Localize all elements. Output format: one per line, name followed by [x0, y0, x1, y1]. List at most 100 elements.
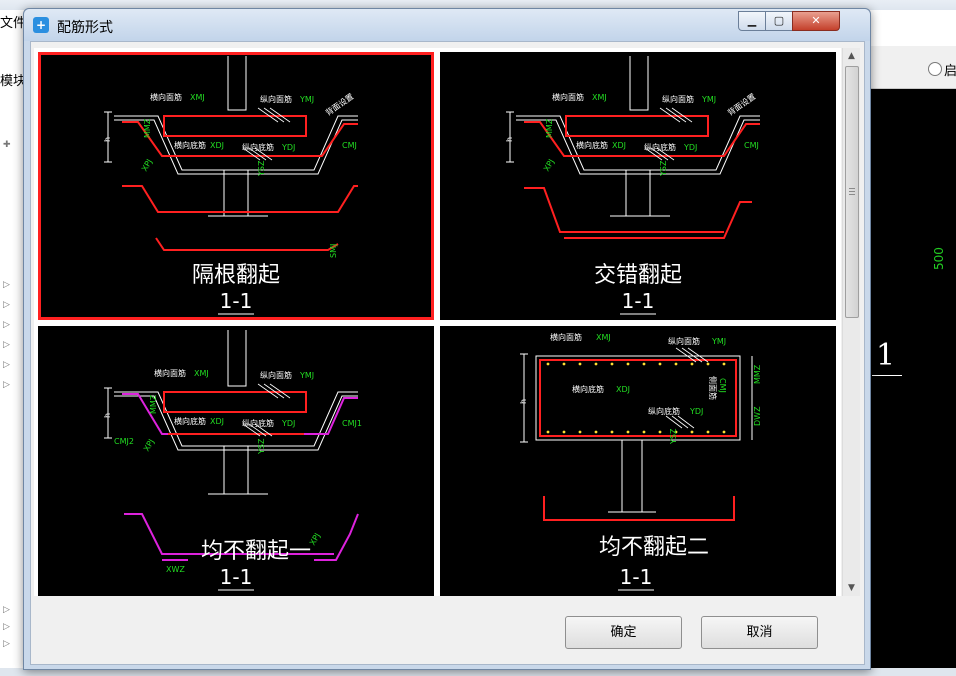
- code-side: CMJ: [744, 141, 759, 150]
- label-longitudinal-top: 纵向面筋: [260, 370, 292, 380]
- label-height: h: [519, 399, 528, 404]
- label-transverse-bottom: 横向底筋: [174, 416, 206, 426]
- background-drawing-canvas[interactable]: [868, 89, 956, 676]
- code-longitudinal-bottom: YDJ: [689, 407, 703, 416]
- label-transverse-bottom: 横向底筋: [572, 384, 604, 394]
- section-diagram-0: 横向面筋 XMJ 纵向面筋 YMJ 横向底筋 XDJ 纵向底筋 YDJ CMJ …: [103, 56, 358, 315]
- code-transverse-bottom: XDJ: [612, 141, 626, 150]
- panel-caption: 交错翻起: [594, 263, 682, 288]
- code-transverse-bottom: XDJ: [210, 417, 224, 426]
- rebar-form-dialog: + 配筋形式 ▁ ▢ ✕ 横向面筋 XMJ 纵向面筋 YMJ 横向底筋 XDJ …: [23, 8, 871, 670]
- section-diagram-3: 横向面筋 XMJ 纵向面筋 YMJ 横向底筋 XDJ 纵向底筋 YDJ 侧面筋 …: [519, 332, 762, 591]
- label-side-bar: 侧面筋: [708, 376, 718, 400]
- code-side-1: CMJ1: [342, 419, 362, 428]
- label-transverse-top: 横向面筋: [550, 332, 582, 342]
- close-button[interactable]: ✕: [792, 11, 840, 31]
- label-longitudinal-bottom: 纵向底筋: [242, 142, 274, 152]
- code-ysz: YSZ: [669, 428, 678, 445]
- code-smj: SMJ: [329, 244, 338, 258]
- tree-node-icon[interactable]: ▷: [3, 360, 25, 372]
- code-longitudinal-top: YMJ: [299, 371, 314, 380]
- canvas-underline: [872, 375, 902, 376]
- label-longitudinal-top: 纵向面筋: [260, 94, 292, 104]
- option-panel-3[interactable]: 横向面筋 XMJ 纵向面筋 YMJ 横向底筋 XDJ 纵向底筋 YDJ 侧面筋 …: [440, 326, 836, 596]
- code-mmz: MMZ: [143, 118, 152, 138]
- code-xpj: XPJ: [140, 158, 154, 173]
- code-ysz: YSZ: [257, 160, 266, 177]
- code-transverse-top: XMJ: [190, 93, 205, 102]
- code-transverse-bottom: XDJ: [210, 141, 224, 150]
- dialog-titlebar[interactable]: + 配筋形式 ▁ ▢ ✕: [24, 9, 870, 41]
- label-transverse-top: 横向面筋: [150, 92, 182, 102]
- panel-caption: 均不翻起一: [201, 539, 311, 564]
- options-scrollbar[interactable]: ▲ ▼: [842, 48, 860, 596]
- label-back-setting: 背面设置: [725, 91, 757, 118]
- background-radio[interactable]: [928, 62, 942, 76]
- background-toolbar: [868, 46, 956, 89]
- canvas-dimension-text: 500: [932, 247, 946, 270]
- scroll-up-icon[interactable]: ▲: [843, 48, 860, 64]
- label-back-setting: 背面设置: [323, 91, 355, 118]
- label-longitudinal-top: 纵向面筋: [668, 336, 700, 346]
- code-transverse-top: XMJ: [194, 369, 209, 378]
- section-mark: 1-1: [620, 565, 653, 589]
- section-mark: 1-1: [220, 565, 253, 589]
- code-xpj: XPJ: [542, 158, 556, 173]
- code-longitudinal-top: YMJ: [711, 337, 726, 346]
- code-longitudinal-top: YMJ: [701, 95, 716, 104]
- panel-caption: 隔根翻起: [192, 263, 280, 288]
- tree-node-icon[interactable]: ▷: [3, 622, 25, 634]
- code-transverse-top: XMJ: [592, 93, 607, 102]
- section-mark: 1-1: [220, 289, 253, 313]
- background-radio-label: 启: [944, 64, 956, 79]
- scroll-thumb[interactable]: [845, 66, 859, 318]
- code-longitudinal-bottom: YDJ: [281, 419, 295, 428]
- code-longitudinal-bottom: YDJ: [683, 143, 697, 152]
- code-mmz: MMZ: [149, 394, 158, 414]
- label-height: h: [505, 137, 514, 142]
- tree-node-icon[interactable]: ▷: [3, 380, 25, 392]
- label-longitudinal-bottom: 纵向底筋: [644, 142, 676, 152]
- maximize-button[interactable]: ▢: [765, 11, 793, 31]
- option-panel-1[interactable]: 横向面筋 XMJ 纵向面筋 YMJ 横向底筋 XDJ 纵向底筋 YDJ CMJ …: [440, 52, 836, 320]
- label-height: h: [103, 413, 112, 418]
- code-side-bar: CMJ: [718, 378, 727, 393]
- label-longitudinal-bottom: 纵向底筋: [242, 418, 274, 428]
- minimize-button[interactable]: ▁: [738, 11, 766, 31]
- code-side: CMJ: [342, 141, 357, 150]
- code-transverse-bottom: XDJ: [616, 385, 630, 394]
- option-panel-0[interactable]: 横向面筋 XMJ 纵向面筋 YMJ 横向底筋 XDJ 纵向底筋 YDJ CMJ …: [38, 52, 434, 320]
- code-transverse-top: XMJ: [596, 333, 611, 342]
- section-diagram-1: 横向面筋 XMJ 纵向面筋 YMJ 横向底筋 XDJ 纵向底筋 YDJ CMJ …: [505, 56, 760, 315]
- section-diagram-2: 横向面筋 XMJ 纵向面筋 YMJ 横向底筋 XDJ 纵向底筋 YDJ CMJ1…: [103, 330, 362, 591]
- tree-expander-icon[interactable]: ✚: [3, 140, 25, 152]
- label-longitudinal-top: 纵向面筋: [662, 94, 694, 104]
- dialog-title: 配筋形式: [57, 20, 113, 36]
- code-xpj: XPJ: [142, 438, 156, 453]
- tree-node-icon[interactable]: ▷: [3, 280, 25, 292]
- option-grid: 横向面筋 XMJ 纵向面筋 YMJ 横向底筋 XDJ 纵向底筋 YDJ CMJ …: [34, 48, 841, 596]
- code-mmz: MMZ: [545, 118, 554, 138]
- label-transverse-top: 横向面筋: [552, 92, 584, 102]
- cancel-button[interactable]: 取消: [701, 616, 818, 649]
- canvas-section-label: 1: [876, 338, 896, 373]
- option-panel-2[interactable]: 横向面筋 XMJ 纵向面筋 YMJ 横向底筋 XDJ 纵向底筋 YDJ CMJ1…: [38, 326, 434, 596]
- code-xwz: XWZ: [166, 565, 185, 574]
- tree-node-icon[interactable]: ▷: [3, 300, 25, 312]
- code-longitudinal-bottom: YDJ: [281, 143, 295, 152]
- tree-node-icon[interactable]: ▷: [3, 340, 25, 352]
- code-longitudinal-top: YMJ: [299, 95, 314, 104]
- code-dwz: DWZ: [753, 406, 762, 426]
- label-height: h: [103, 137, 112, 142]
- label-transverse-top: 横向面筋: [154, 368, 186, 378]
- dialog-client-area: 横向面筋 XMJ 纵向面筋 YMJ 横向底筋 XDJ 纵向底筋 YDJ CMJ …: [30, 41, 865, 665]
- tree-node-icon[interactable]: ▷: [3, 605, 25, 617]
- panel-caption: 均不翻起二: [599, 535, 709, 560]
- tree-node-icon[interactable]: ▷: [3, 639, 25, 651]
- tree-node-icon[interactable]: ▷: [3, 320, 25, 332]
- scroll-down-icon[interactable]: ▼: [843, 580, 860, 596]
- section-mark: 1-1: [622, 289, 655, 313]
- ok-button[interactable]: 确定: [565, 616, 682, 649]
- code-side-2: CMJ2: [114, 437, 134, 446]
- code-mmz: MMZ: [753, 364, 762, 384]
